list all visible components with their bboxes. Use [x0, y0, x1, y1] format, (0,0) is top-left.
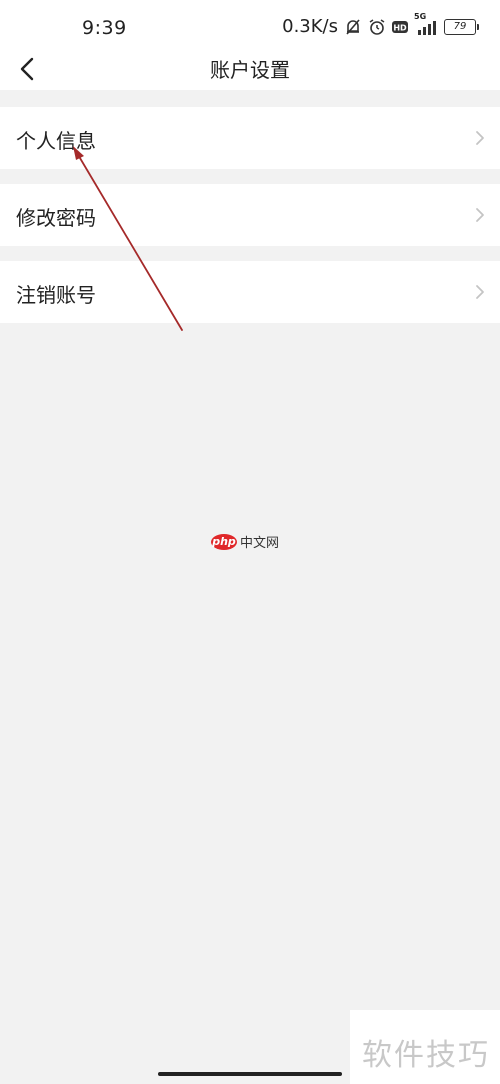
network-speed: 0.3K/s	[282, 16, 338, 37]
status-time: 9:39	[82, 17, 127, 39]
home-indicator[interactable]	[158, 1072, 342, 1076]
chevron-right-icon	[476, 285, 484, 299]
status-bar: 9:39 0.3K/s HD 5G 79	[0, 0, 500, 48]
menu-item-label: 个人信息	[16, 129, 96, 153]
battery-icon: 79	[444, 18, 479, 35]
nav-bar: 账户设置	[0, 48, 500, 90]
menu-item-label: 注销账号	[16, 283, 96, 307]
hd-icon: HD	[392, 20, 408, 34]
chevron-right-icon	[476, 208, 484, 222]
php-watermark-text: 中文网	[240, 536, 280, 551]
chevron-right-icon	[476, 131, 484, 145]
menu-item-label: 修改密码	[16, 206, 96, 230]
php-logo: php	[211, 533, 237, 550]
mute-bell-icon	[344, 18, 362, 36]
php-watermark: php 中文网	[211, 532, 279, 551]
menu-item-change-password[interactable]: 修改密码	[0, 184, 500, 246]
status-right-group: 0.3K/s HD 5G 79	[282, 12, 479, 37]
svg-text:HD: HD	[393, 23, 407, 32]
menu-item-personal-info[interactable]: 个人信息	[0, 107, 500, 169]
bottom-watermark: 软件技巧	[350, 1010, 500, 1084]
menu-item-delete-account[interactable]: 注销账号	[0, 261, 500, 323]
bottom-watermark-text: 软件技巧	[362, 1038, 490, 1073]
page-title: 账户设置	[210, 58, 290, 82]
signal-icon: 5G	[414, 12, 438, 36]
alarm-icon	[368, 18, 386, 36]
